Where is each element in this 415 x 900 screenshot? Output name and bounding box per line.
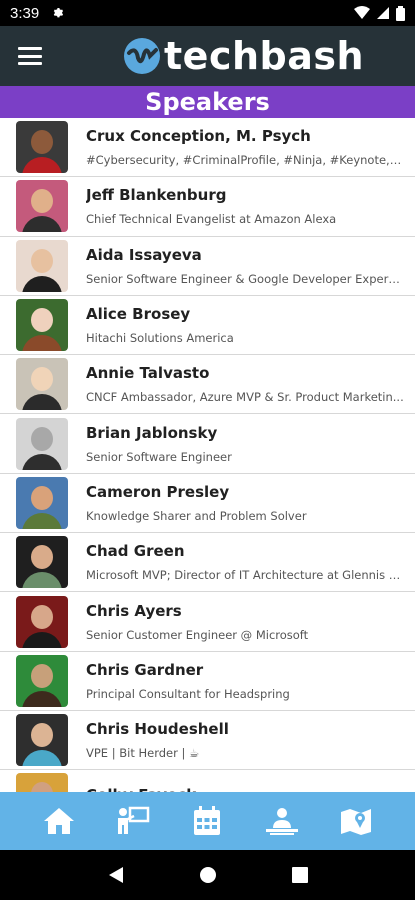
status-bar: 3:39: [0, 0, 415, 26]
speaker-title: CNCF Ambassador, Azure MVP & Sr. Product…: [86, 390, 404, 405]
speaker-name: Alice Brosey: [86, 305, 191, 324]
speaker-info: Jeff Blankenburg Chief Technical Evangeli…: [86, 186, 404, 226]
app-logo: techbash: [122, 34, 364, 78]
speaker-avatar: [16, 654, 68, 707]
speaker-title: #Cybersecurity, #CriminalProfile, #Ninja…: [86, 153, 404, 168]
speaker-avatar: [16, 299, 68, 352]
speaker-row[interactable]: Cameron Presley Knowledge Sharer and Prob…: [0, 474, 415, 534]
speaker-list[interactable]: Crux Conception, M. Psych #Cybersecurity,…: [0, 118, 415, 792]
speaker-title: Knowledge Sharer and Problem Solver: [86, 508, 307, 523]
speaker-row[interactable]: Chris Gardner Principal Consultant for He…: [0, 652, 415, 711]
speaker-info: Chris Gardner Principal Consultant for He…: [86, 661, 404, 701]
speaker-info: Chris Houdeshell VPE | Bit Herder | ☕: [86, 720, 404, 760]
speaker-avatar: [16, 773, 68, 792]
cell-signal-icon: [377, 7, 389, 19]
speaker-info: Crux Conception, M. Psych #Cybersecurity,…: [86, 127, 404, 167]
speaker-row[interactable]: Chris Houdeshell VPE | Bit Herder | ☕: [0, 711, 415, 771]
speaker-name: Chris Ayers: [86, 601, 182, 620]
speaker-avatar: [16, 121, 68, 174]
wifi-icon: [354, 6, 370, 19]
speaker-info: Alice Brosey Hitachi Solutions America: [86, 305, 404, 345]
recents-icon[interactable]: [291, 867, 308, 883]
settings-gear-icon: [53, 7, 64, 18]
status-icons: [354, 5, 405, 21]
speaker-name: Crux Conception, M. Psych: [86, 127, 311, 146]
speaker-title: Chief Technical Evangelist at Amazon Ale…: [86, 212, 337, 227]
speaker-avatar: [16, 239, 68, 292]
speaker-row[interactable]: Jeff Blankenburg Chief Technical Evangeli…: [0, 177, 415, 237]
speaker-name: Cameron Presley: [86, 482, 230, 501]
speaker-row[interactable]: Aida Issayeva Senior Software Engineer & …: [0, 237, 415, 296]
speaker-avatar: [16, 358, 68, 411]
speaker-title: VPE | Bit Herder | ☕: [86, 746, 200, 761]
speaker-avatar: [16, 595, 68, 648]
speaker-avatar: [16, 180, 68, 233]
speaker-name: Annie Talvasto: [86, 364, 210, 383]
speaker-info: Chris Ayers Senior Customer Engineer @ Mi…: [86, 602, 404, 642]
speaker-row[interactable]: Brian Jablonsky Senior Software Engineer: [0, 414, 415, 474]
app-bar: techbash: [0, 26, 415, 86]
section-header: Speakers: [0, 86, 415, 118]
speaker-row[interactable]: Annie Talvasto CNCF Ambassador, Azure MVP…: [0, 355, 415, 415]
status-time: 3:39: [10, 4, 40, 22]
speaker-name: Brian Jablonsky: [86, 423, 218, 442]
speaker-row[interactable]: Chris Ayers Senior Customer Engineer @ Mi…: [0, 592, 415, 652]
speaker-avatar: [16, 417, 68, 470]
speaker-row[interactable]: Alice Brosey Hitachi Solutions America: [0, 296, 415, 356]
home-circle-icon[interactable]: [199, 866, 217, 884]
bottom-navigation: [0, 792, 415, 850]
speaker-podium-icon[interactable]: [113, 801, 153, 841]
speaker-info: Brian Jablonsky Senior Software Engineer: [86, 424, 404, 464]
battery-icon: [396, 5, 405, 21]
back-icon[interactable]: [108, 866, 124, 884]
speaker-avatar: [16, 536, 68, 589]
techbash-logo-icon: [124, 38, 160, 74]
speaker-row[interactable]: Colby Fayock: [0, 770, 415, 792]
system-navigation-bar: [0, 850, 415, 900]
speaker-info: Chad Green Microsoft MVP; Director of IT …: [86, 542, 404, 582]
speaker-name: Chris Gardner: [86, 660, 204, 679]
menu-icon[interactable]: [18, 44, 42, 68]
person-laptop-icon[interactable]: [262, 801, 302, 841]
speaker-avatar: [16, 476, 68, 529]
speaker-title: Senior Software Engineer & Google Develo…: [86, 271, 404, 286]
speaker-row[interactable]: Crux Conception, M. Psych #Cybersecurity,…: [0, 118, 415, 178]
page-title: Speakers: [145, 88, 270, 116]
calendar-icon[interactable]: [187, 801, 227, 841]
speaker-title: Senior Software Engineer: [86, 449, 232, 464]
speaker-name: Chad Green: [86, 542, 185, 561]
speaker-name: Aida Issayeva: [86, 245, 202, 264]
speaker-name: Jeff Blankenburg: [86, 186, 227, 205]
speaker-row[interactable]: Chad Green Microsoft MVP; Director of IT …: [0, 533, 415, 593]
speaker-title: Senior Customer Engineer @ Microsoft: [86, 627, 309, 642]
speaker-info: Annie Talvasto CNCF Ambassador, Azure MVP…: [86, 364, 404, 404]
speaker-avatar: [16, 714, 68, 767]
speaker-title: Principal Consultant for Headspring: [86, 686, 290, 701]
speaker-title: Hitachi Solutions America: [86, 331, 234, 346]
speaker-info: Aida Issayeva Senior Software Engineer & …: [86, 246, 404, 286]
home-icon[interactable]: [39, 801, 79, 841]
speaker-title: Microsoft MVP; Director of IT Architectu…: [86, 568, 404, 583]
brand-name: techbash: [164, 34, 365, 78]
map-icon[interactable]: [336, 801, 376, 841]
speaker-name: Chris Houdeshell: [86, 720, 229, 739]
speaker-info: Cameron Presley Knowledge Sharer and Prob…: [86, 483, 404, 523]
